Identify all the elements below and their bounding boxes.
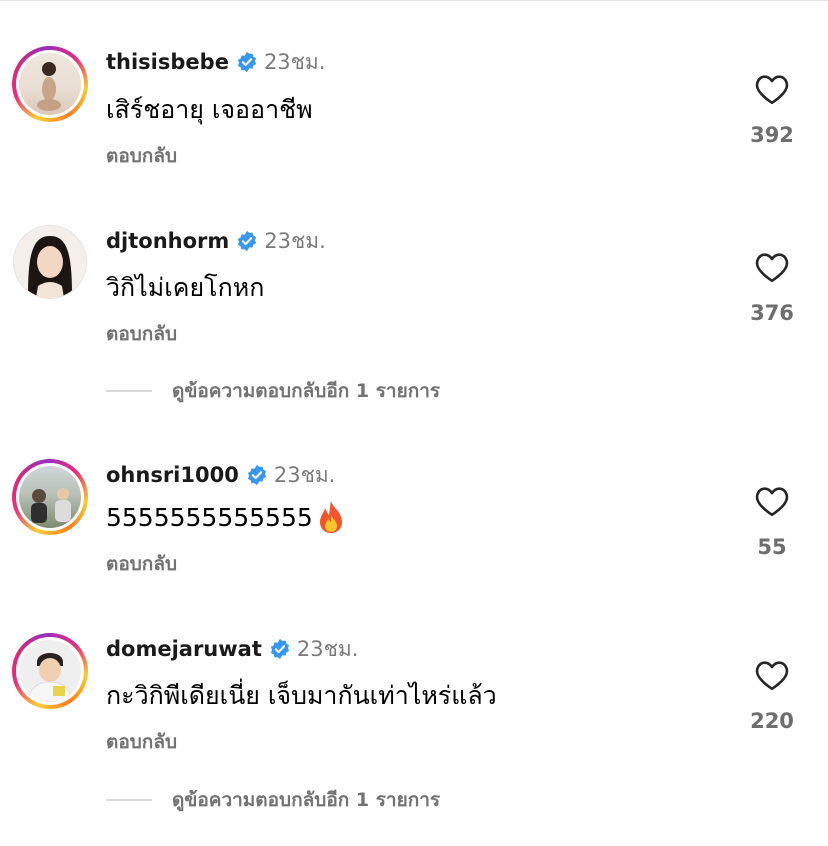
comment-text: กะวิกิพีเดียเนี่ย เจ็บมากันเท่าไหร่แล้ว (106, 681, 497, 710)
view-replies-label[interactable]: ดูข้อความตอบกลับอีก 1 รายการ (172, 376, 440, 406)
view-replies-button[interactable]: ดูข้อความตอบกลับอีก 1 รายการ (106, 376, 440, 406)
fire-emoji (319, 501, 342, 533)
comment-time: 23ชม. (264, 228, 326, 253)
replies-divider (106, 799, 152, 801)
avatar[interactable] (12, 633, 88, 709)
view-replies-label[interactable]: ดูข้อความตอบกลับอีก 1 รายการ (172, 785, 440, 815)
like-button[interactable]: 55 (742, 485, 802, 559)
avatar[interactable] (12, 459, 88, 535)
comment-text: วิกิไม่เคยโกหก (106, 273, 265, 302)
verified-badge-icon (270, 638, 289, 660)
verified-badge-icon (238, 230, 257, 252)
comment-time: 23ชม. (296, 636, 359, 661)
heart-outline-icon[interactable] (754, 485, 790, 517)
like-count: 376 (750, 301, 794, 325)
reply-button[interactable]: ตอบกลับ (106, 727, 177, 757)
like-count: 220 (750, 709, 794, 733)
comment-text-row: 5555555555555 (106, 500, 346, 534)
heart-outline-icon[interactable] (754, 251, 790, 283)
username[interactable]: djtonhorm (106, 229, 229, 253)
heart-outline-icon[interactable] (754, 659, 790, 691)
like-count: 55 (757, 535, 787, 559)
reply-button[interactable]: ตอบกลับ (106, 549, 177, 579)
username[interactable]: ohnsri1000 (106, 463, 239, 487)
like-button[interactable]: 376 (742, 251, 802, 325)
reply-button[interactable]: ตอบกลับ (106, 319, 177, 349)
username[interactable]: domejaruwat (106, 637, 262, 661)
avatar[interactable] (13, 225, 87, 299)
comment-text: 5555555555555 (106, 502, 313, 532)
comment-item: domejaruwat 23ชม. กะวิกิพีเดียเนี่ย เจ็บ… (0, 0, 828, 811)
verified-badge-icon (247, 464, 266, 486)
reply-button[interactable]: ตอบกลับ (106, 141, 177, 171)
comment-time: 23ชม. (273, 462, 336, 487)
like-button[interactable]: 220 (742, 659, 802, 733)
view-replies-button[interactable]: ดูข้อความตอบกลับอีก 1 รายการ (106, 785, 440, 815)
replies-divider (106, 390, 152, 392)
